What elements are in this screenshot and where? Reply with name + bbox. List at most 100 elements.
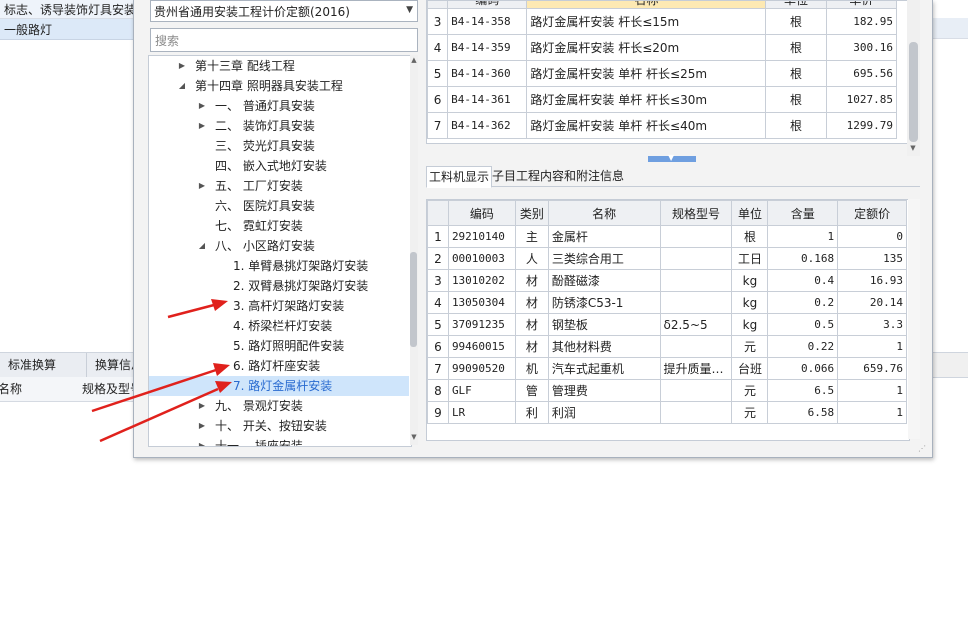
table-row[interactable]: 1 29210140 主金属杆根 1 0	[427, 225, 907, 248]
tab-standard-conversion[interactable]: 标准换算	[0, 353, 87, 377]
column-header-code[interactable]: 编码	[447, 1, 528, 9]
cell-spec	[659, 225, 733, 248]
chevron-down-icon[interactable]: ▼	[406, 5, 413, 15]
column-header-qty[interactable]: 含量	[767, 200, 839, 226]
triangle-right-icon[interactable]: ▶	[197, 436, 207, 446]
tree-node-label: 第十三章 配线工程	[195, 59, 295, 73]
cell-qty: 0.4	[767, 269, 839, 292]
cell-price: 16.93	[837, 269, 907, 292]
column-header-unit[interactable]: 单位	[731, 200, 769, 226]
scroll-up-icon[interactable]: ▲	[410, 56, 418, 64]
tree-node[interactable]: ▶ 二、 装饰灯具安装	[149, 116, 409, 136]
detail-tabs: 工料机显示 子目工程内容和附注信息	[426, 166, 920, 188]
tree-node[interactable]: ▶ 十一、 插座安装	[149, 436, 409, 446]
panel-splitter[interactable]: ▼	[648, 153, 696, 162]
tree-node[interactable]: 四、 嵌入式地灯安装	[149, 156, 409, 176]
tree-node[interactable]: 4. 桥梁栏杆灯安装	[149, 316, 409, 336]
column-header-name[interactable]: 名称	[547, 200, 661, 226]
cell-qty: 6.5	[767, 379, 839, 402]
tree-node[interactable]: 6. 路灯杆座安装	[149, 356, 409, 376]
cell-price: 1	[837, 379, 907, 402]
cell-price: 20.14	[837, 291, 907, 314]
tree-node[interactable]: 六、 医院灯具安装	[149, 196, 409, 216]
scroll-down-icon[interactable]: ▼	[410, 433, 418, 441]
background-tabs: 标准换算 换算信息	[0, 352, 164, 378]
column-header-code[interactable]: 编码	[447, 200, 516, 226]
tree-scrollbar[interactable]: ▲ ▼	[410, 55, 418, 445]
tree-node[interactable]: ▶ 第十三章 配线工程	[149, 56, 409, 76]
column-header-name[interactable]: 名称	[526, 1, 767, 9]
triangle-down-icon[interactable]: ◢	[177, 76, 187, 96]
resource-scrollbar[interactable]	[908, 199, 920, 439]
tree-node[interactable]: 3. 高杆灯架路灯安装	[149, 296, 409, 316]
background-row[interactable]: 标志、诱导装饰灯具安装	[0, 0, 140, 19]
tree-node[interactable]: ▶ 五、 工厂灯安装	[149, 176, 409, 196]
cell-no: 3	[427, 269, 449, 292]
column-header-price[interactable]: 定额价	[837, 200, 907, 226]
cell-type: 材	[514, 269, 549, 292]
cell-spec	[659, 335, 733, 358]
search-input[interactable]	[153, 31, 407, 51]
triangle-right-icon[interactable]: ▶	[197, 116, 207, 136]
cell-unit: kg	[731, 269, 769, 292]
cell-unit: 台班	[731, 357, 769, 380]
triangle-right-icon[interactable]: ▶	[197, 176, 207, 196]
cell-code: 13010202	[447, 269, 516, 292]
column-header-type[interactable]: 类别	[514, 200, 549, 226]
table-row[interactable]: 8 GLF 管管理费 元 6.5 1	[427, 379, 907, 402]
table-row[interactable]: 2 00010003 人三类综合用工 工日 0.168 135	[427, 247, 907, 270]
table-row[interactable]: 9 LR 利利润 元 6.58 1	[427, 401, 907, 424]
cell-type: 材	[514, 313, 549, 336]
cell-code: B4-14-361	[447, 86, 528, 113]
quota-select[interactable]: 贵州省通用安装工程计价定额(2016) ▼	[150, 0, 418, 22]
cell-code: 13050304	[447, 291, 516, 314]
table-row[interactable]: 3 13010202 材酚醛磁漆 kg 0.4 16.93	[427, 269, 907, 292]
scroll-down-icon[interactable]: ▼	[909, 144, 917, 152]
column-header-unit[interactable]: 单位	[765, 1, 827, 9]
table-row[interactable]: 3 B4-14-358 路灯金属杆安装 杆长≤15m 根 182.95	[427, 8, 898, 35]
cell-name: 利润	[547, 401, 661, 424]
resize-grip-icon[interactable]: ⋰	[918, 444, 928, 454]
tree-node[interactable]: ▶ 十、 开关、按钮安装	[149, 416, 409, 436]
triangle-right-icon[interactable]: ▶	[197, 96, 207, 116]
table-row[interactable]: 4 B4-14-359 路灯金属杆安装 杆长≤20m 根 300.16	[427, 34, 898, 61]
table-row[interactable]: 5 B4-14-360 路灯金属杆安装 单杆 杆长≤25m 根 695.56	[427, 60, 898, 87]
tree-node[interactable]: ◢ 八、 小区路灯安装	[149, 236, 409, 256]
table-row[interactable]: 7 99090520 机汽车式起重机 提升质量… 台班 0.066 659.76	[427, 357, 907, 380]
tree-node[interactable]: 三、 荧光灯具安装	[149, 136, 409, 156]
search-field[interactable]	[150, 28, 418, 52]
tree-node[interactable]: 5. 路灯照明配件安装	[149, 336, 409, 356]
table-row[interactable]: 6 B4-14-361 路灯金属杆安装 单杆 杆长≤30m 根 1027.85	[427, 86, 898, 113]
cell-no: 2	[427, 247, 449, 270]
table-row[interactable]: 7 B4-14-362 路灯金属杆安装 单杆 杆长≤40m 根 1299.79	[427, 112, 898, 139]
tree-node[interactable]: ▶ 九、 景观灯安装	[149, 396, 409, 416]
tab-work-content[interactable]: 子目工程内容和附注信息	[490, 166, 626, 186]
tree-node[interactable]: 1. 单臂悬挑灯架路灯安装	[149, 256, 409, 276]
tree-node[interactable]: 7. 路灯金属杆安装	[149, 376, 409, 396]
background-row-selected[interactable]: 一般路灯	[0, 19, 140, 40]
cell-no: 5	[427, 313, 449, 336]
tree-node[interactable]: 七、 霓虹灯安装	[149, 216, 409, 236]
table-scroll-thumb[interactable]	[909, 42, 918, 142]
column-header-spec[interactable]: 规格型号	[659, 200, 733, 226]
tree-node[interactable]: ◢ 第十四章 照明器具安装工程	[149, 76, 409, 96]
tree-node[interactable]: ▶ 一、 普通灯具安装	[149, 96, 409, 116]
triangle-right-icon[interactable]: ▶	[197, 396, 207, 416]
tab-material-machine[interactable]: 工料机显示	[426, 166, 493, 188]
cell-no: 4	[427, 291, 449, 314]
triangle-right-icon[interactable]: ▶	[177, 56, 187, 76]
table-row[interactable]: 6 99460015 材其他材料费 元 0.22 1	[427, 335, 907, 358]
cell-unit: 根	[765, 86, 827, 113]
column-header-price[interactable]: 单价	[825, 1, 898, 9]
cell-no: 8	[427, 379, 449, 402]
triangle-right-icon[interactable]: ▶	[197, 416, 207, 436]
cell-type: 人	[514, 247, 549, 270]
cell-unit: 根	[731, 225, 769, 248]
tree-node-label: 第十四章 照明器具安装工程	[195, 79, 343, 93]
column-name[interactable]: 名称	[0, 377, 22, 401]
table-row[interactable]: 4 13050304 材防锈漆C53-1 kg 0.2 20.14	[427, 291, 907, 314]
tree-scroll-thumb[interactable]	[410, 252, 417, 347]
table-row[interactable]: 5 37091235 材钢垫板 δ2.5~5 kg 0.5 3.3	[427, 313, 907, 336]
triangle-down-icon[interactable]: ◢	[197, 236, 207, 256]
tree-node[interactable]: 2. 双臂悬挑灯架路灯安装	[149, 276, 409, 296]
